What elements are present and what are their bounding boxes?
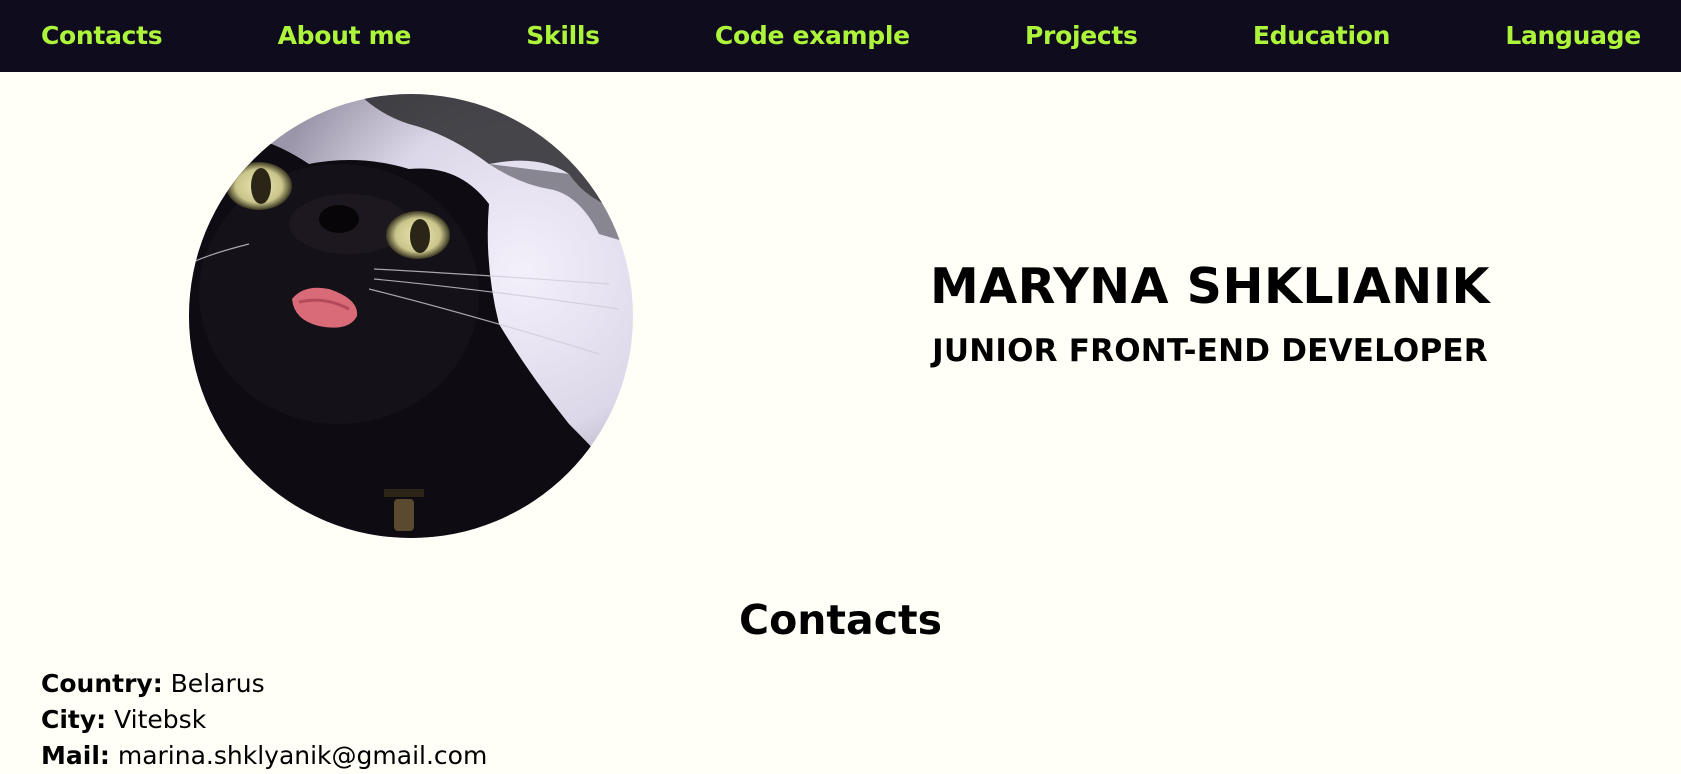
nav-link-contacts[interactable]: Contacts	[41, 21, 163, 52]
nav-link-about-me[interactable]: About me	[278, 21, 412, 52]
contact-mail: Mail: marina.shklyanik@gmail.com	[41, 738, 487, 774]
contact-mail-value[interactable]: marina.shklyanik@gmail.com	[118, 741, 487, 770]
nav-link-projects[interactable]: Projects	[1025, 21, 1138, 52]
contact-country-label: Country:	[41, 669, 163, 698]
contact-country: Country: Belarus	[41, 666, 487, 702]
nav-link-code-example[interactable]: Code example	[715, 21, 910, 52]
contacts-list: Country: Belarus City: Vitebsk Mail: mar…	[41, 666, 487, 774]
nav-link-education[interactable]: Education	[1253, 21, 1391, 52]
contact-city: City: Vitebsk	[41, 702, 487, 738]
contact-country-value: Belarus	[170, 669, 265, 698]
cat-photo-icon	[189, 94, 633, 538]
contacts-heading: Contacts	[738, 596, 943, 644]
contact-city-value: Vitebsk	[114, 705, 207, 734]
top-nav: Contacts About me Skills Code example Pr…	[0, 0, 1681, 72]
nav-link-language[interactable]: Language	[1505, 21, 1641, 52]
contact-mail-label: Mail:	[41, 741, 110, 770]
avatar	[189, 94, 633, 538]
job-title: JUNIOR FRONT-END DEVELOPER	[932, 333, 1488, 369]
contact-city-label: City:	[41, 705, 107, 734]
nav-link-skills[interactable]: Skills	[526, 21, 600, 52]
page-title: MARYNA SHKLIANIK	[929, 258, 1491, 315]
